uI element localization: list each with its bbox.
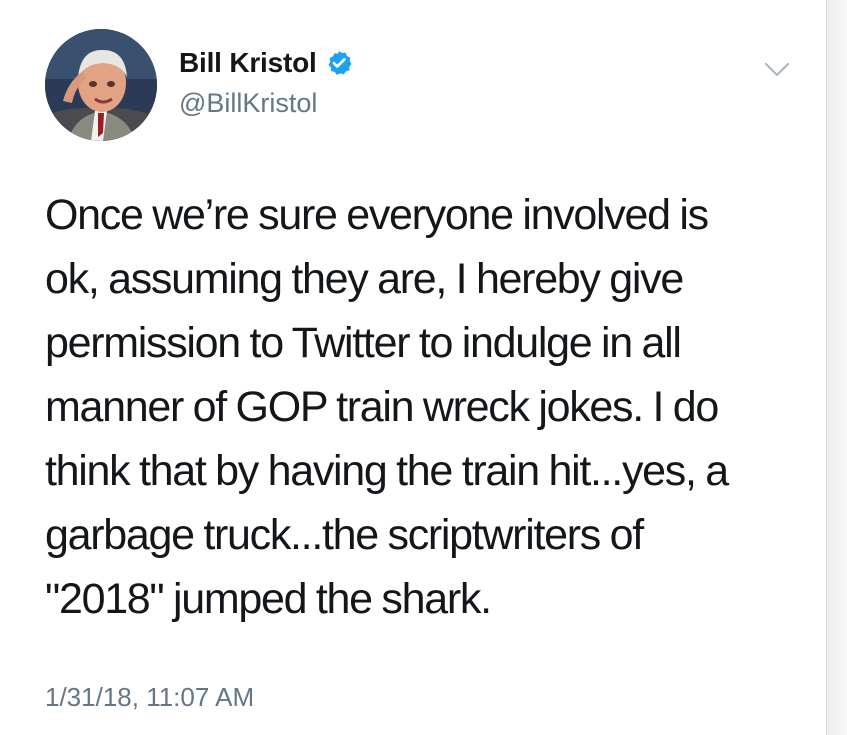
tweet-body-text: Once we’re sure everyone involved is ok,… <box>45 191 729 623</box>
chevron-down-icon <box>764 62 790 77</box>
author-handle[interactable]: @BillKristol <box>179 86 317 120</box>
verified-badge-icon <box>328 50 352 75</box>
tweet-header: Bill Kristol @BillKristol <box>45 29 805 141</box>
tweet-menu-button[interactable] <box>758 51 796 89</box>
tweet-screenshot: Bill Kristol @BillKristol Once we’re sur… <box>0 0 847 735</box>
profile-photo-icon <box>45 29 157 141</box>
author-avatar[interactable] <box>45 29 157 141</box>
author-display-name[interactable]: Bill Kristol <box>179 46 317 80</box>
page-edge <box>828 0 847 735</box>
tweet-timestamp[interactable]: 1/31/18, 11:07 AM <box>45 681 254 713</box>
author-name-row: Bill Kristol <box>179 45 353 81</box>
tweet-card: Bill Kristol @BillKristol Once we’re sur… <box>0 0 827 735</box>
